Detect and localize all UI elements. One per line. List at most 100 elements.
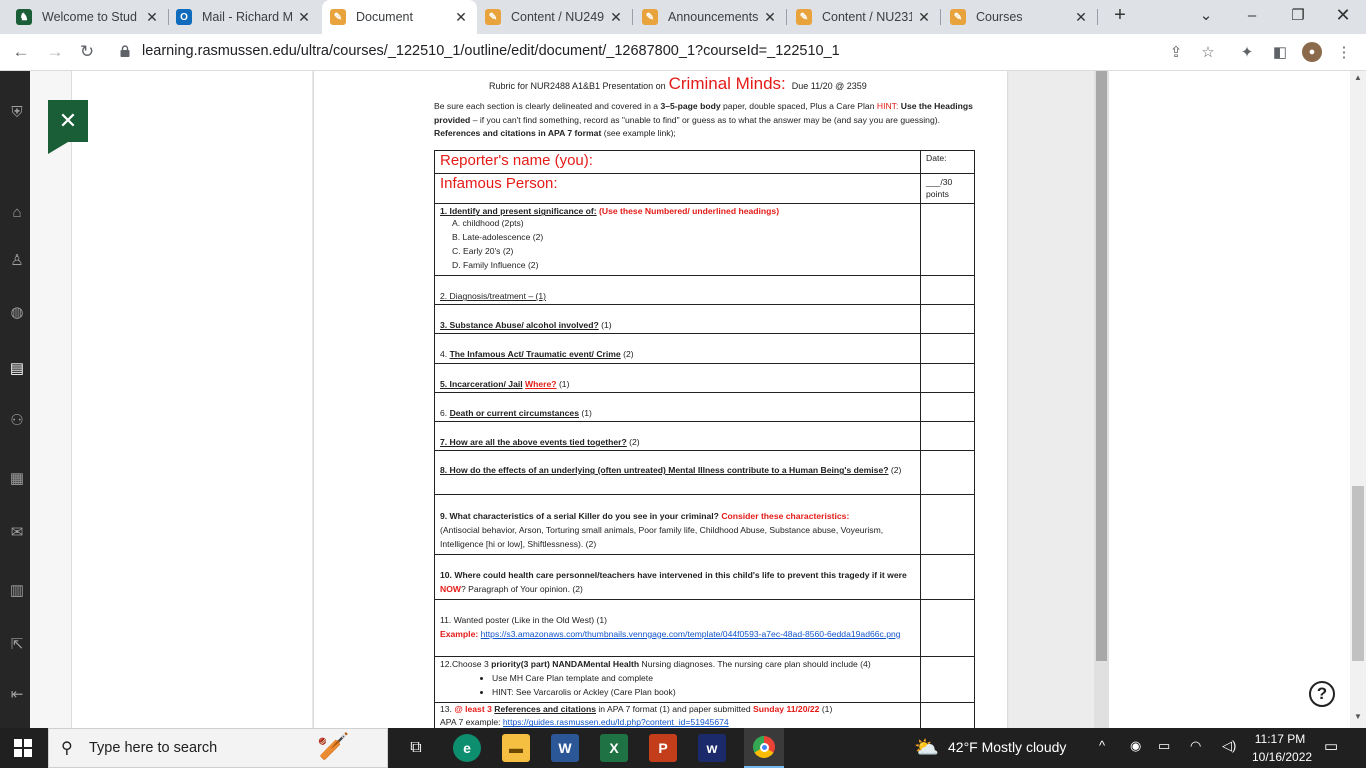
grades-icon[interactable]: ▥ bbox=[8, 581, 26, 599]
restore-button[interactable]: ❐ bbox=[1275, 0, 1321, 30]
list-item: A. childhood (2pts) bbox=[452, 218, 524, 229]
powerpoint-icon[interactable]: P bbox=[649, 734, 677, 762]
tab-label: Document bbox=[356, 10, 413, 24]
rasmussen-shield-icon: ♞ bbox=[16, 9, 32, 25]
lock-icon[interactable] bbox=[120, 45, 130, 57]
system-clock[interactable]: 11:17 PM 10/16/2022 bbox=[1252, 730, 1312, 766]
blackboard-pencil-icon: ✎ bbox=[642, 9, 658, 25]
blackboard-pencil-icon: ✎ bbox=[485, 9, 501, 25]
rubric-title: Rubric for NUR2488 A1&B1 Presentation on… bbox=[489, 73, 867, 95]
meet-now-icon[interactable]: ◉ bbox=[1130, 738, 1141, 754]
wanted-poster-example-link[interactable]: https://s3.amazonaws.com/thumbnails.venn… bbox=[481, 629, 901, 639]
profile-avatar[interactable]: ● bbox=[1302, 42, 1322, 62]
close-window-button[interactable]: ✕ bbox=[1320, 0, 1366, 30]
reload-icon[interactable]: ↻ bbox=[74, 40, 100, 64]
notifications-icon[interactable]: ▭ bbox=[1324, 737, 1338, 755]
volume-icon[interactable]: ◁) bbox=[1222, 738, 1236, 754]
bookmark-star-icon[interactable]: ☆ bbox=[1198, 42, 1218, 62]
document-scrollbar-thumb[interactable] bbox=[1096, 71, 1107, 661]
institution-logo-icon[interactable]: ⛨ bbox=[8, 103, 26, 121]
institution-icon[interactable]: ⌂ bbox=[8, 203, 26, 221]
tab-content-nu231[interactable]: ✎ Content / NU231 ✕ bbox=[788, 0, 940, 34]
right-panel bbox=[1109, 71, 1350, 728]
wifi-icon[interactable]: ◠ bbox=[1190, 738, 1201, 754]
task-view-icon[interactable]: ⧉ bbox=[402, 734, 430, 762]
chrome-taskbar-button[interactable] bbox=[744, 728, 784, 768]
forward-arrow-icon[interactable]: → bbox=[42, 40, 68, 64]
messages-icon[interactable]: ✉ bbox=[8, 523, 26, 541]
close-tab-icon[interactable]: ✕ bbox=[296, 9, 312, 26]
tab-mail[interactable]: O Mail - Richard Ma ✕ bbox=[168, 0, 320, 34]
blackboard-pencil-icon: ✎ bbox=[950, 9, 966, 25]
close-tab-icon[interactable]: ✕ bbox=[916, 9, 932, 26]
share-icon[interactable]: ⇪ bbox=[1166, 42, 1186, 62]
table-row: 2. Diagnosis/treatment – (1) bbox=[434, 275, 975, 306]
extensions-puzzle-icon[interactable]: ✦ bbox=[1237, 42, 1257, 62]
menu-dots-icon[interactable]: ⋮ bbox=[1334, 42, 1354, 62]
browser-tab-strip: ♞ Welcome to Stud ✕ O Mail - Richard Ma … bbox=[0, 0, 1366, 34]
close-document-button[interactable]: ✕ bbox=[48, 100, 88, 154]
profile-icon[interactable]: ♙ bbox=[8, 251, 26, 269]
tab-label: Content / NU231 bbox=[822, 10, 912, 24]
points-cell: ___/30 points bbox=[920, 172, 975, 205]
close-icon: ✕ bbox=[58, 108, 78, 133]
tab-search-icon[interactable]: ⌄ bbox=[1183, 0, 1229, 30]
tab-label: Welcome to Stud bbox=[42, 10, 137, 24]
weather-cloud-icon[interactable]: ⛅ bbox=[914, 735, 939, 760]
blackboard-nav-rail: ⛨ ⌂ ♙ ◍ ▤ ⚇ ▦ ✉ ▥ ⇱ ⇤ bbox=[0, 71, 30, 728]
back-arrow-icon[interactable]: ← bbox=[8, 40, 34, 64]
cricket-doodle-icon[interactable]: 🏏 bbox=[317, 731, 349, 762]
infamous-person-label: Infamous Person: bbox=[440, 174, 558, 192]
table-row: 7. How are all the above events tied tog… bbox=[434, 420, 975, 452]
close-tab-icon[interactable]: ✕ bbox=[1073, 9, 1089, 26]
weather-widget[interactable]: 42°F Mostly cloudy bbox=[948, 739, 1066, 755]
tab-content-nu249[interactable]: ✎ Content / NU249 ✕ bbox=[477, 0, 632, 34]
outlook-icon: O bbox=[176, 9, 192, 25]
edge-icon[interactable]: e bbox=[453, 734, 481, 762]
show-hidden-icons[interactable]: ^ bbox=[1099, 738, 1105, 753]
close-tab-icon[interactable]: ✕ bbox=[762, 9, 778, 26]
tab-label: Courses bbox=[976, 10, 1023, 24]
address-bar[interactable]: learning.rasmussen.edu/ultra/courses/_12… bbox=[142, 43, 840, 59]
new-tab-button[interactable]: + bbox=[1097, 0, 1143, 30]
word-icon[interactable]: W bbox=[551, 734, 579, 762]
search-icon: ⚲ bbox=[61, 740, 73, 757]
tab-label: Content / NU249 bbox=[511, 10, 604, 24]
battery-icon[interactable]: ▭ bbox=[1158, 738, 1170, 754]
blackboard-pencil-icon: ✎ bbox=[796, 9, 812, 25]
webex-icon[interactable]: w bbox=[698, 734, 726, 762]
table-row: 9. What characteristics of a serial Kill… bbox=[434, 494, 975, 555]
page-content: ⛨ ⌂ ♙ ◍ ▤ ⚇ ▦ ✉ ▥ ⇱ ⇤ ✕ Rubric for NUR24… bbox=[0, 71, 1366, 728]
close-tab-icon[interactable]: ✕ bbox=[608, 9, 624, 26]
close-tab-icon[interactable]: ✕ bbox=[453, 9, 469, 26]
excel-icon[interactable]: X bbox=[600, 734, 628, 762]
chrome-icon bbox=[753, 736, 775, 758]
side-panel-icon[interactable]: ◧ bbox=[1270, 42, 1290, 62]
courses-icon[interactable]: ▤ bbox=[8, 359, 26, 377]
tab-announcements[interactable]: ✎ Announcements ✕ bbox=[634, 0, 786, 34]
course-panel-behind bbox=[30, 71, 72, 728]
calendar-icon[interactable]: ▦ bbox=[8, 469, 26, 487]
rubric-instructions: Be sure each section is clearly delineat… bbox=[434, 101, 973, 139]
apa-example-link[interactable]: https://guides.rasmussen.edu/ld.php?cont… bbox=[503, 717, 729, 727]
taskbar-search[interactable]: ⚲ Type here to search 🏏 bbox=[48, 728, 388, 768]
globe-icon[interactable]: ◍ bbox=[8, 303, 26, 321]
windows-start-icon[interactable] bbox=[14, 739, 32, 757]
tools-icon[interactable]: ⇱ bbox=[8, 635, 26, 653]
help-button[interactable]: ? bbox=[1309, 681, 1335, 707]
tab-welcome[interactable]: ♞ Welcome to Stud ✕ bbox=[8, 0, 168, 34]
table-row: 10. Where could health care personnel/te… bbox=[434, 553, 975, 600]
organizations-icon[interactable]: ⚇ bbox=[8, 411, 26, 429]
tab-courses[interactable]: ✎ Courses ✕ bbox=[942, 0, 1097, 34]
file-explorer-icon[interactable]: ▬ bbox=[502, 734, 530, 762]
list-item: C. Early 20's (2) bbox=[452, 246, 514, 257]
close-tab-icon[interactable]: ✕ bbox=[144, 9, 160, 26]
title-highlight: Criminal Minds: bbox=[668, 74, 786, 93]
sign-out-icon[interactable]: ⇤ bbox=[8, 685, 26, 703]
tab-document[interactable]: ✎ Document ✕ bbox=[322, 0, 477, 34]
minimize-button[interactable]: – bbox=[1229, 0, 1275, 30]
table-row: 4. The Infamous Act/ Traumatic event/ Cr… bbox=[434, 333, 975, 364]
page-scrollbar-thumb[interactable] bbox=[1352, 486, 1364, 661]
table-row: Reporter's name (you): Date: bbox=[434, 150, 975, 174]
table-row: 12.Choose 3 priority(3 part) NANDAMental… bbox=[434, 655, 975, 703]
